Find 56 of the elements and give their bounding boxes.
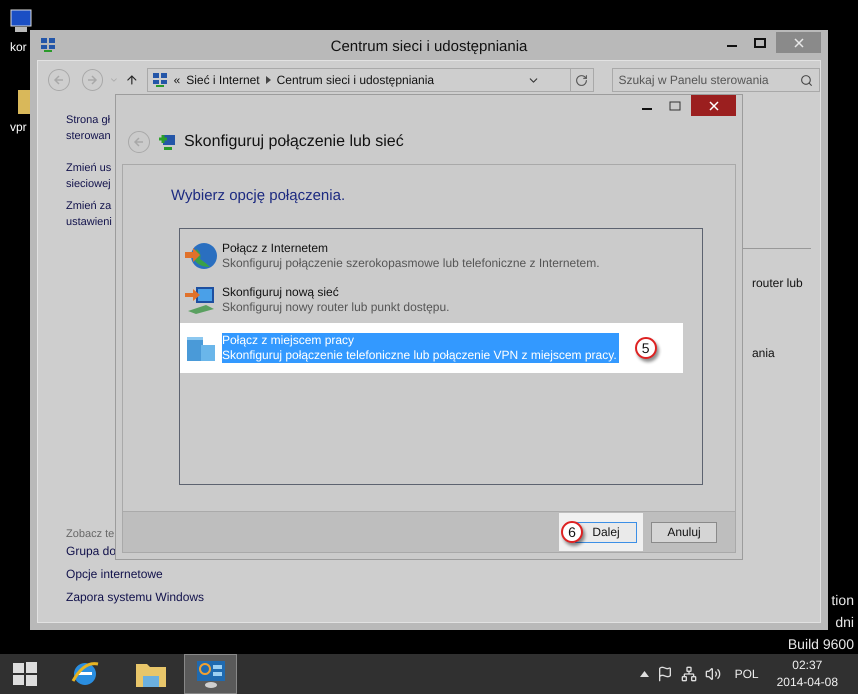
network-icon: [152, 72, 168, 88]
maximize-icon: [754, 38, 766, 48]
taskbar-app[interactable]: [184, 654, 237, 694]
address-bar[interactable]: « Sieć i Internet Centrum sieci i udostępniania: [146, 68, 571, 92]
step-callout: 6: [561, 521, 583, 543]
build-info-text: Build 9600: [788, 635, 854, 654]
dialog-title: Skonfiguruj połączenie lub sieć: [184, 133, 404, 151]
back-arrow-icon: [133, 136, 145, 148]
network-add-icon: [158, 133, 176, 151]
search-field[interactable]: Szukaj w Panelu sterowania: [612, 68, 820, 92]
window-title: Centrum sieci i udostępniania: [330, 38, 528, 55]
breadcrumb-item[interactable]: Centrum sieci i udostępniania: [276, 73, 434, 87]
connection-option[interactable]: Skonfiguruj nową sieć Skonfiguruj nowy router lub punkt dostępu.: [222, 285, 452, 315]
build-info-text: tion: [831, 591, 854, 610]
minimize-icon: [642, 108, 652, 110]
connection-option[interactable]: Połącz z Internetem Skonfiguruj połączenie szerokopasmowe lub telefoniczne z Internetem.: [222, 241, 602, 271]
sidebar-link[interactable]: Strona gł sterowan: [66, 112, 111, 144]
see-also-link[interactable]: Grupa do: [66, 540, 116, 563]
desktop-icon-label: vpr: [10, 120, 28, 134]
volume-icon[interactable]: [704, 666, 721, 682]
windows-logo-icon: [12, 661, 38, 687]
search-icon: [800, 74, 814, 86]
back-arrow-icon: [52, 74, 65, 86]
language-indicator[interactable]: POL: [734, 667, 759, 681]
sidebar-link[interactable]: Zmień us sieciowej: [66, 160, 112, 192]
close-icon: [708, 100, 718, 110]
dialog-button[interactable]: Dalej: [575, 522, 637, 542]
task-link[interactable]: ania: [752, 346, 775, 360]
maximize-icon: [669, 100, 681, 110]
desktop-icon-label: kor: [10, 40, 28, 54]
breadcrumb-overflow[interactable]: «: [174, 73, 180, 87]
dialog-heading: Wybierz opcję połączenia.: [171, 187, 346, 204]
see-also-link[interactable]: Zapora systemu Windows: [66, 586, 204, 609]
breadcrumb-item[interactable]: Sieć i Internet: [186, 73, 260, 87]
refresh-icon: [575, 74, 588, 86]
close-button[interactable]: [691, 95, 736, 116]
flag-icon[interactable]: [656, 666, 673, 682]
see-also-heading: Zobacz te: [66, 528, 114, 540]
network-icon[interactable]: [680, 666, 697, 682]
breadcrumb-separator-icon: [266, 76, 271, 84]
task-link[interactable]: router lub: [752, 276, 803, 290]
see-also-link[interactable]: Opcje internetowe: [66, 563, 163, 586]
show-hidden-icons-icon[interactable]: [640, 671, 649, 677]
globe-icon: [184, 241, 218, 271]
build-info-text: dni: [835, 613, 854, 632]
step-callout: 5: [634, 337, 657, 359]
up-arrow-icon[interactable]: [124, 73, 139, 87]
sidebar-link[interactable]: Zmień za ustawieni: [66, 198, 112, 230]
dialog-button[interactable]: Anuluj: [651, 522, 717, 542]
minimize-icon: [727, 45, 737, 47]
forward-arrow-icon: [86, 74, 98, 86]
clock[interactable]: 02:37 2014-04-08: [776, 657, 838, 691]
control-panel-icon: [194, 659, 226, 689]
network-icon: [40, 37, 56, 53]
close-icon: [794, 38, 804, 48]
refresh-button[interactable]: [570, 68, 594, 92]
